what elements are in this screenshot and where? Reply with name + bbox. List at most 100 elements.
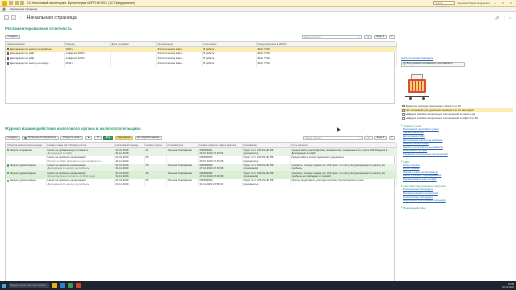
home-tab-icon[interactable] — [2, 7, 6, 11]
group-header[interactable]: ▾ Взаимодействие — [401, 206, 513, 210]
close-icon[interactable]: × — [508, 1, 514, 6]
cell-period: 01.01.2019 31.12.2019 — [114, 155, 145, 164]
journal-help-button[interactable]: ? — [388, 135, 395, 141]
more-menu-icon[interactable]: ⋮ — [502, 16, 506, 20]
cell-mark — [6, 155, 47, 164]
excel-icon[interactable] — [68, 283, 73, 288]
filter-unprocessed-button[interactable]: Не обработанные — [134, 135, 162, 141]
back-button[interactable]: ← — [4, 15, 9, 20]
history-icon[interactable] — [20, 1, 24, 5]
maximize-icon[interactable]: □ — [500, 1, 506, 6]
reporting-search-button[interactable]: 🔍 — [363, 34, 372, 40]
journal-more-label: Еще — [376, 136, 383, 139]
journal-search-button[interactable]: 🔍 — [364, 135, 373, 141]
cell-sender: Татьяна Тимофеева — [166, 147, 199, 156]
reporting-search-input[interactable]: Поиск (Ctrl+F) × — [301, 34, 362, 40]
reporting-more-button[interactable]: Еще ▾ — [373, 34, 387, 40]
tab-home[interactable]: Начальная страница — [8, 7, 39, 11]
task-list: Закрытие периода: выполнено этапов 1 из … — [401, 104, 513, 121]
user-name[interactable]: Черняев Роман Андреевич — [457, 2, 490, 5]
favorite-star-icon[interactable]: ☆ — [19, 15, 23, 20]
task-label: Закрытие периода: выполнено этапов 1 из … — [405, 104, 461, 108]
cell-article: 25 — [144, 163, 167, 172]
warehouse-illustration — [405, 71, 431, 101]
cell-mark: Запрос удовлетворен — [6, 171, 47, 179]
organization-link[interactable]: Логистическая компания — [401, 56, 513, 60]
app-logo-icon — [2, 0, 7, 6]
cell-text: Декларация по НДС — [10, 57, 35, 61]
checkbox-icon[interactable] — [402, 113, 405, 116]
task-label: Нет оснований для удаления примера 3 из … — [405, 108, 474, 112]
nav-link[interactable]: Проверка контрольных соотношений — [401, 153, 513, 157]
1c-app-icon[interactable] — [52, 283, 57, 288]
task-label: Найдено ошибок контрольных соотношений п… — [405, 117, 478, 121]
create-request-button[interactable]: Создать — [5, 135, 21, 141]
table-row[interactable]: Запрос удовлетворен Налог на прибыль орга… — [6, 178, 397, 187]
table-row[interactable]: Запрос удовлетворен Налог на прибыль орга… — [6, 171, 397, 179]
cell-text: Запрос удовлетворен — [9, 171, 36, 175]
windows-start-icon[interactable] — [2, 283, 6, 288]
reporting-toolbar: Создать Поиск (Ctrl+F) × 🔍 Еще ▾ ? — [5, 34, 395, 40]
table-row[interactable]: Декларация по налогу на имущ... 2019 г. … — [6, 61, 397, 67]
pdf-icon[interactable] — [76, 283, 81, 288]
document-icon — [7, 57, 9, 60]
cell-text: 31.12.2019 — [115, 167, 129, 171]
home-icon[interactable] — [14, 1, 19, 5]
cell-text: 31.11.2021 15:58:04 — [199, 182, 224, 186]
os-taskbar: Введите здесь текст для поиска 15:55 26.… — [0, 281, 516, 290]
filter-all-button[interactable]: Все — [103, 135, 113, 141]
cell-mark: Запрос удовлетворен — [6, 163, 47, 172]
cell-essence: Прошу представить учетную политику бухга… — [290, 178, 397, 187]
checkbox-icon[interactable]: ✓ — [402, 108, 405, 112]
cell-basis: Пункт 3 ст. 105.29 НК РФ (пояснения) — [242, 163, 291, 172]
reporting-more-label: Еще — [376, 35, 382, 38]
reporting-search-placeholder: Поиск (Ctrl+F) — [303, 35, 321, 39]
journal-more-button[interactable]: Еще ▾ — [374, 135, 387, 141]
mark-processed-label: Отметка об обработке — [28, 136, 57, 139]
cell-sent-date — [110, 61, 157, 67]
task-label: Найдено ошибок контрольных соотношений п… — [405, 112, 475, 116]
cell-text: 27.12.2019 17:18:38 — [199, 167, 224, 171]
cell-period: 2019 г. — [64, 61, 111, 67]
nav-link[interactable]: Мониторинг контрольных процедур — [401, 199, 513, 203]
menu-icon[interactable] — [9, 1, 13, 5]
down-arrow-button[interactable]: ▼ — [94, 135, 102, 141]
taskbar-search-input[interactable]: Введите здесь текст для поиска — [9, 283, 49, 288]
global-search-input[interactable]: Поиск Ctrl+Shift+F — [433, 0, 456, 9]
cell-article: 21 — [144, 147, 167, 156]
mark-processed-button[interactable]: Отметка об обработке — [21, 135, 59, 141]
cell-mark: Запрос удовлетворен — [6, 178, 47, 187]
journal-table: Отметка налогоплательщика Номер главы НК… — [5, 142, 397, 290]
create-report-button[interactable]: Создать — [5, 34, 21, 40]
cell-article: 25 — [144, 171, 167, 179]
checkbox-icon[interactable] — [402, 117, 405, 120]
cell-text: 26.07.2019 17:25:45 — [199, 159, 224, 163]
clear-icon[interactable]: × — [358, 36, 361, 39]
cell-sender: Татьяна Тимофеева — [166, 178, 199, 187]
table-row[interactable]: Запрос удовлетворен Налог на прибыль орга… — [6, 163, 397, 172]
reporting-help-button[interactable]: ? — [388, 34, 395, 40]
open-reply-button[interactable]: Открыть ответ — [60, 135, 84, 141]
browser-icon[interactable] — [60, 283, 65, 288]
minimize-icon[interactable]: – — [492, 1, 498, 6]
table-row[interactable]: Запрос отправлен Налог на добавленную сто… — [6, 147, 397, 156]
internal-regulations-label: Внутренние положения и регламенты — [406, 62, 453, 66]
cell-text: Запрос отправлен — [9, 148, 32, 152]
checkbox-icon[interactable] — [402, 104, 405, 108]
cell-chapter: Налог на прибыль организаций Реестр по НД… — [46, 155, 115, 164]
task-item[interactable]: Найдено ошибок контрольных соотношений п… — [401, 117, 513, 121]
filter-drafts-button[interactable]: Черновики — [114, 135, 133, 141]
journal-search-input[interactable]: Поиск (Ctrl+F) × — [302, 135, 363, 141]
close-page-icon[interactable]: × — [509, 16, 511, 20]
link-icon[interactable]: 🔗 — [495, 16, 499, 20]
nav-link[interactable]: Формирование книг по НДС — [401, 178, 513, 182]
clear-icon[interactable]: × — [359, 137, 362, 140]
cell-basis: Пункт 3 ст. 105.29 НК РФ (документы) — [242, 155, 291, 164]
up-arrow-button[interactable]: ▲ — [84, 135, 93, 141]
table-row[interactable]: Налог на прибыль организаций Реестр по НД… — [6, 155, 397, 164]
taskbar-clock[interactable]: 15:55 26.11.2021 — [502, 283, 514, 289]
internal-regulations-button[interactable]: ▤ Внутренние положения и регламенты — [401, 62, 465, 67]
cell-form: Декларация по налогу на прибыль — [47, 182, 90, 186]
cell-article: 25 — [144, 155, 167, 164]
forward-button[interactable]: → — [11, 15, 16, 20]
